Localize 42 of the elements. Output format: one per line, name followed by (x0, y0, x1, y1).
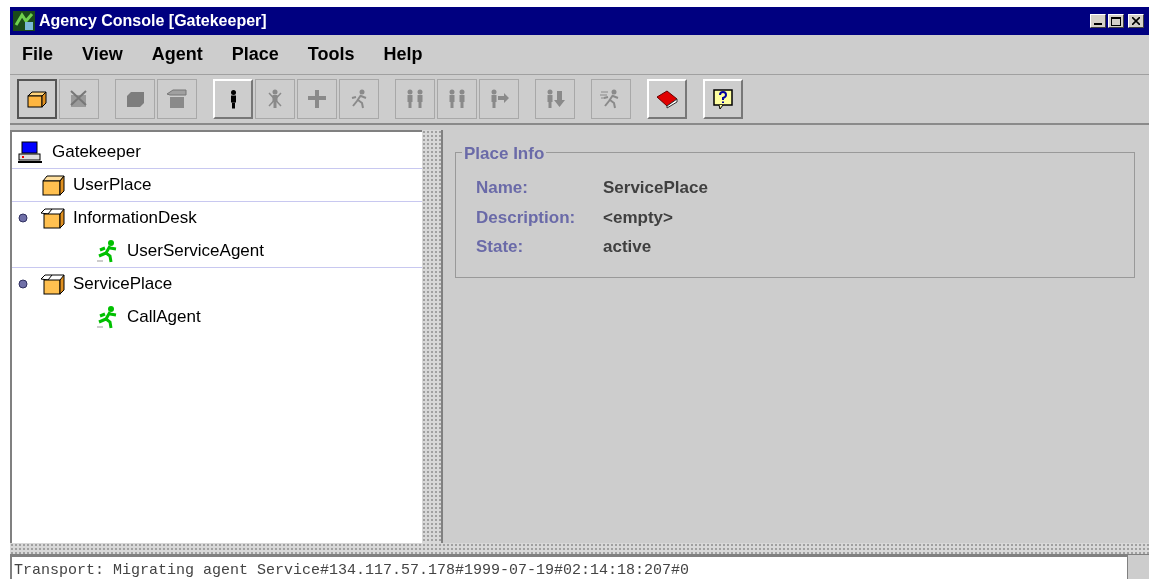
box-icon (40, 174, 66, 196)
splitter[interactable] (422, 130, 441, 543)
tree-item[interactable]: Gatekeeper (12, 136, 422, 168)
app-icon (13, 11, 35, 31)
tree-item[interactable]: CallAgent (12, 300, 422, 333)
field-value: <empty> (603, 206, 674, 229)
menu-item[interactable]: Help (381, 41, 425, 68)
menu-item[interactable]: Tools (305, 41, 357, 68)
computer-icon (18, 141, 42, 163)
splitter[interactable] (10, 543, 1149, 555)
close-icon (1132, 17, 1140, 25)
status-text: Transport: Migrating agent Service#134.117.57.178#1999-07-19#02:14:18:207#0 (14, 562, 690, 579)
menu-item[interactable]: Place (229, 41, 281, 68)
tree-label: Gatekeeper (52, 141, 141, 164)
menu-item[interactable]: File (20, 41, 55, 68)
open-box-icon (40, 207, 66, 229)
open-box-icon (40, 273, 66, 295)
tree-item[interactable]: UserPlace (12, 168, 422, 201)
field-value: active (603, 236, 653, 258)
minimize-button[interactable] (1090, 14, 1106, 28)
menu-item[interactable]: Agent (149, 41, 205, 68)
window-title: Agency Console [Gatekeeper] (39, 11, 267, 31)
field-label: Name: (476, 177, 529, 199)
menu-item[interactable]: View (80, 41, 125, 68)
maximize-button[interactable] (1108, 14, 1124, 28)
field-label: Description: (476, 206, 577, 229)
open-box-icon (165, 87, 189, 111)
tree-label: InformationDesk (73, 207, 197, 230)
tree-label: CallAgent (127, 305, 201, 328)
tree-item[interactable]: UserServiceAgent (12, 234, 422, 267)
tree-item[interactable]: InformationDesk (12, 201, 422, 234)
tree-item[interactable]: ServicePlace (12, 267, 422, 300)
tree-label: UserServiceAgent (127, 239, 264, 262)
close-button[interactable] (1128, 14, 1144, 28)
help-icon (711, 87, 735, 111)
tree-label: UserPlace (73, 174, 152, 197)
toolbar-button[interactable] (17, 79, 57, 119)
field-label: State: (476, 236, 525, 258)
field-value: ServicePlace (603, 177, 709, 199)
cross-icon (305, 87, 329, 111)
tree-label: ServicePlace (73, 273, 173, 296)
person-icon (228, 88, 238, 110)
